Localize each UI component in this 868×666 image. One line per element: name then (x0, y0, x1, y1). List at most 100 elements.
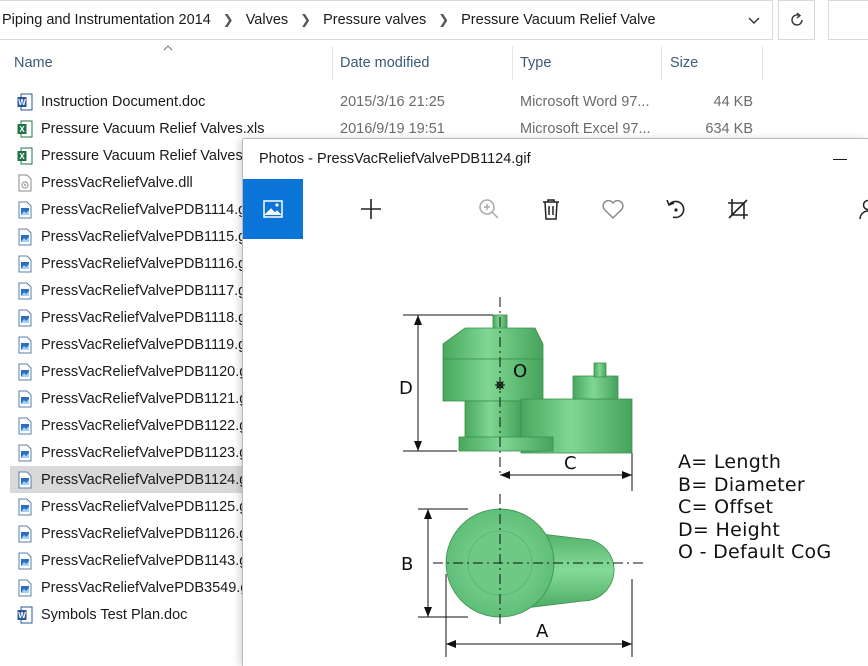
word-doc-icon: W (16, 606, 34, 624)
legend-item: D= Height (678, 518, 781, 541)
valve-elevation-view: O D C (399, 297, 633, 491)
rotate-icon (666, 199, 685, 219)
column-divider[interactable] (661, 46, 662, 80)
chevron-right-icon[interactable]: ❯ (213, 12, 244, 28)
people-button[interactable] (838, 179, 868, 239)
file-name: PressVacReliefValvePDB1120.gi (41, 363, 251, 380)
excel-doc-icon: X (16, 147, 34, 165)
file-name: PressVacReliefValvePDB1114.gi (41, 201, 250, 218)
delete-button[interactable] (521, 179, 581, 239)
column-divider[interactable] (332, 46, 333, 80)
image-file-icon (16, 309, 34, 327)
dimension-label-b: B (401, 554, 413, 575)
image-file-icon (16, 579, 34, 597)
image-file-icon (16, 363, 34, 381)
file-name: PressVacReliefValvePDB1124.gi (41, 471, 251, 488)
column-header-name[interactable]: Name (14, 46, 53, 80)
image-file-icon (16, 471, 34, 489)
photos-toolbar (243, 179, 868, 239)
file-name: PressVacReliefValvePDB1118.gi (41, 309, 250, 326)
zoom-button[interactable] (459, 179, 519, 239)
add-button[interactable] (341, 179, 401, 239)
column-header-date[interactable]: Date modified (340, 46, 429, 80)
image-file-icon (16, 282, 34, 300)
file-name: PressVacReliefValvePDB3549.gi (41, 579, 252, 596)
word-doc-icon: W (16, 93, 34, 111)
zoom-icon (479, 199, 499, 219)
minimize-button[interactable] (833, 159, 847, 160)
file-date: 2015/3/16 21:25 (340, 93, 445, 110)
column-divider[interactable] (512, 46, 513, 80)
svg-text:W: W (18, 611, 26, 620)
file-size: 44 KB (713, 93, 754, 110)
column-header-type[interactable]: Type (520, 46, 551, 80)
file-date: 2016/9/19 19:51 (340, 120, 445, 137)
svg-text:W: W (18, 98, 26, 107)
dimension-label-d: D (399, 378, 413, 399)
favorite-icon (602, 199, 624, 219)
add-icon (361, 199, 381, 219)
file-name: PressVacReliefValve.dll (41, 174, 193, 191)
view-image-button[interactable] (243, 179, 303, 239)
column-header-size[interactable]: Size (670, 46, 698, 80)
column-divider[interactable] (762, 46, 763, 80)
address-history-button[interactable] (736, 1, 772, 39)
file-row[interactable]: X Pressure Vacuum Relief Valves.xls 2016/9… (10, 115, 770, 142)
file-name: PressVacReliefValvePDB1119.gi (41, 336, 250, 353)
chevron-right-icon[interactable]: ❯ (290, 12, 321, 28)
legend-item: A= Length (678, 451, 782, 473)
breadcrumb-item[interactable]: Pressure valves (321, 12, 428, 28)
refresh-button[interactable] (778, 0, 815, 40)
rotate-button[interactable] (646, 179, 706, 239)
delete-icon (543, 199, 559, 220)
image-file-icon (16, 390, 34, 408)
file-size: 634 KB (705, 120, 753, 137)
dimension-label-c: C (564, 453, 577, 474)
breadcrumb-item[interactable]: Piping and Instrumentation 2014 (0, 12, 213, 28)
file-name: Pressure Vacuum Relief Valves_ (41, 147, 251, 164)
file-name: PressVacReliefValvePDB1143.gi (41, 552, 251, 569)
favorite-button[interactable] (583, 179, 643, 239)
image-file-icon (16, 336, 34, 354)
chevron-right-icon[interactable]: ❯ (428, 12, 459, 28)
svg-text:X: X (19, 152, 25, 161)
file-name: PressVacReliefValvePDB1125.gi (41, 498, 251, 515)
breadcrumb: Piping and Instrumentation 2014 ❯ Valves… (0, 12, 658, 28)
file-name: PressVacReliefValvePDB1115.gi (41, 228, 250, 245)
crop-button[interactable] (708, 179, 768, 239)
dimension-legend: A= Length B= Diameter C= Offset D= Heigh… (678, 451, 831, 564)
file-name: Instruction Document.doc (41, 93, 206, 110)
sort-ascending-icon (163, 45, 173, 51)
breadcrumb-item[interactable]: Valves (244, 12, 290, 28)
svg-text:X: X (19, 125, 25, 134)
image-file-icon (16, 444, 34, 462)
file-type: Microsoft Word 97... (520, 93, 650, 110)
dimension-label-a: A (536, 621, 549, 642)
cog-label: O (513, 361, 527, 382)
window-title: Photos - PressVacReliefValvePDB1124.gif (259, 151, 531, 167)
people-icon (859, 199, 868, 220)
image-file-icon (16, 228, 34, 246)
file-name: PressVacReliefValvePDB1122.gi (41, 417, 251, 434)
file-name: PressVacReliefValvePDB1123.gi (41, 444, 251, 461)
legend-item: C= Offset (678, 496, 774, 518)
address-bar[interactable]: Piping and Instrumentation 2014 ❯ Valves… (0, 0, 773, 40)
image-file-icon (16, 525, 34, 543)
breadcrumb-item[interactable]: Pressure Vacuum Relief Valve (459, 12, 658, 28)
excel-doc-icon: X (16, 120, 34, 138)
crop-icon (728, 199, 748, 219)
file-name: PressVacReliefValvePDB1121.gi (41, 390, 251, 407)
file-name: PressVacReliefValvePDB1116.gi (41, 255, 250, 272)
file-name: Symbols Test Plan.doc (41, 606, 188, 623)
file-row[interactable]: W Instruction Document.doc 2015/3/16 21:25… (10, 88, 770, 115)
valve-plan-view: B A (401, 494, 643, 657)
image-file-icon (16, 498, 34, 516)
image-file-icon (16, 552, 34, 570)
file-name: PressVacReliefValvePDB1126.gi (41, 525, 251, 542)
image-file-icon (16, 255, 34, 273)
search-input[interactable] (828, 0, 868, 40)
dll-file-icon (16, 174, 34, 192)
refresh-icon (790, 12, 803, 26)
chevron-down-icon (748, 17, 760, 24)
photos-window: Photos - PressVacReliefValvePDB1124.gif (243, 139, 868, 666)
